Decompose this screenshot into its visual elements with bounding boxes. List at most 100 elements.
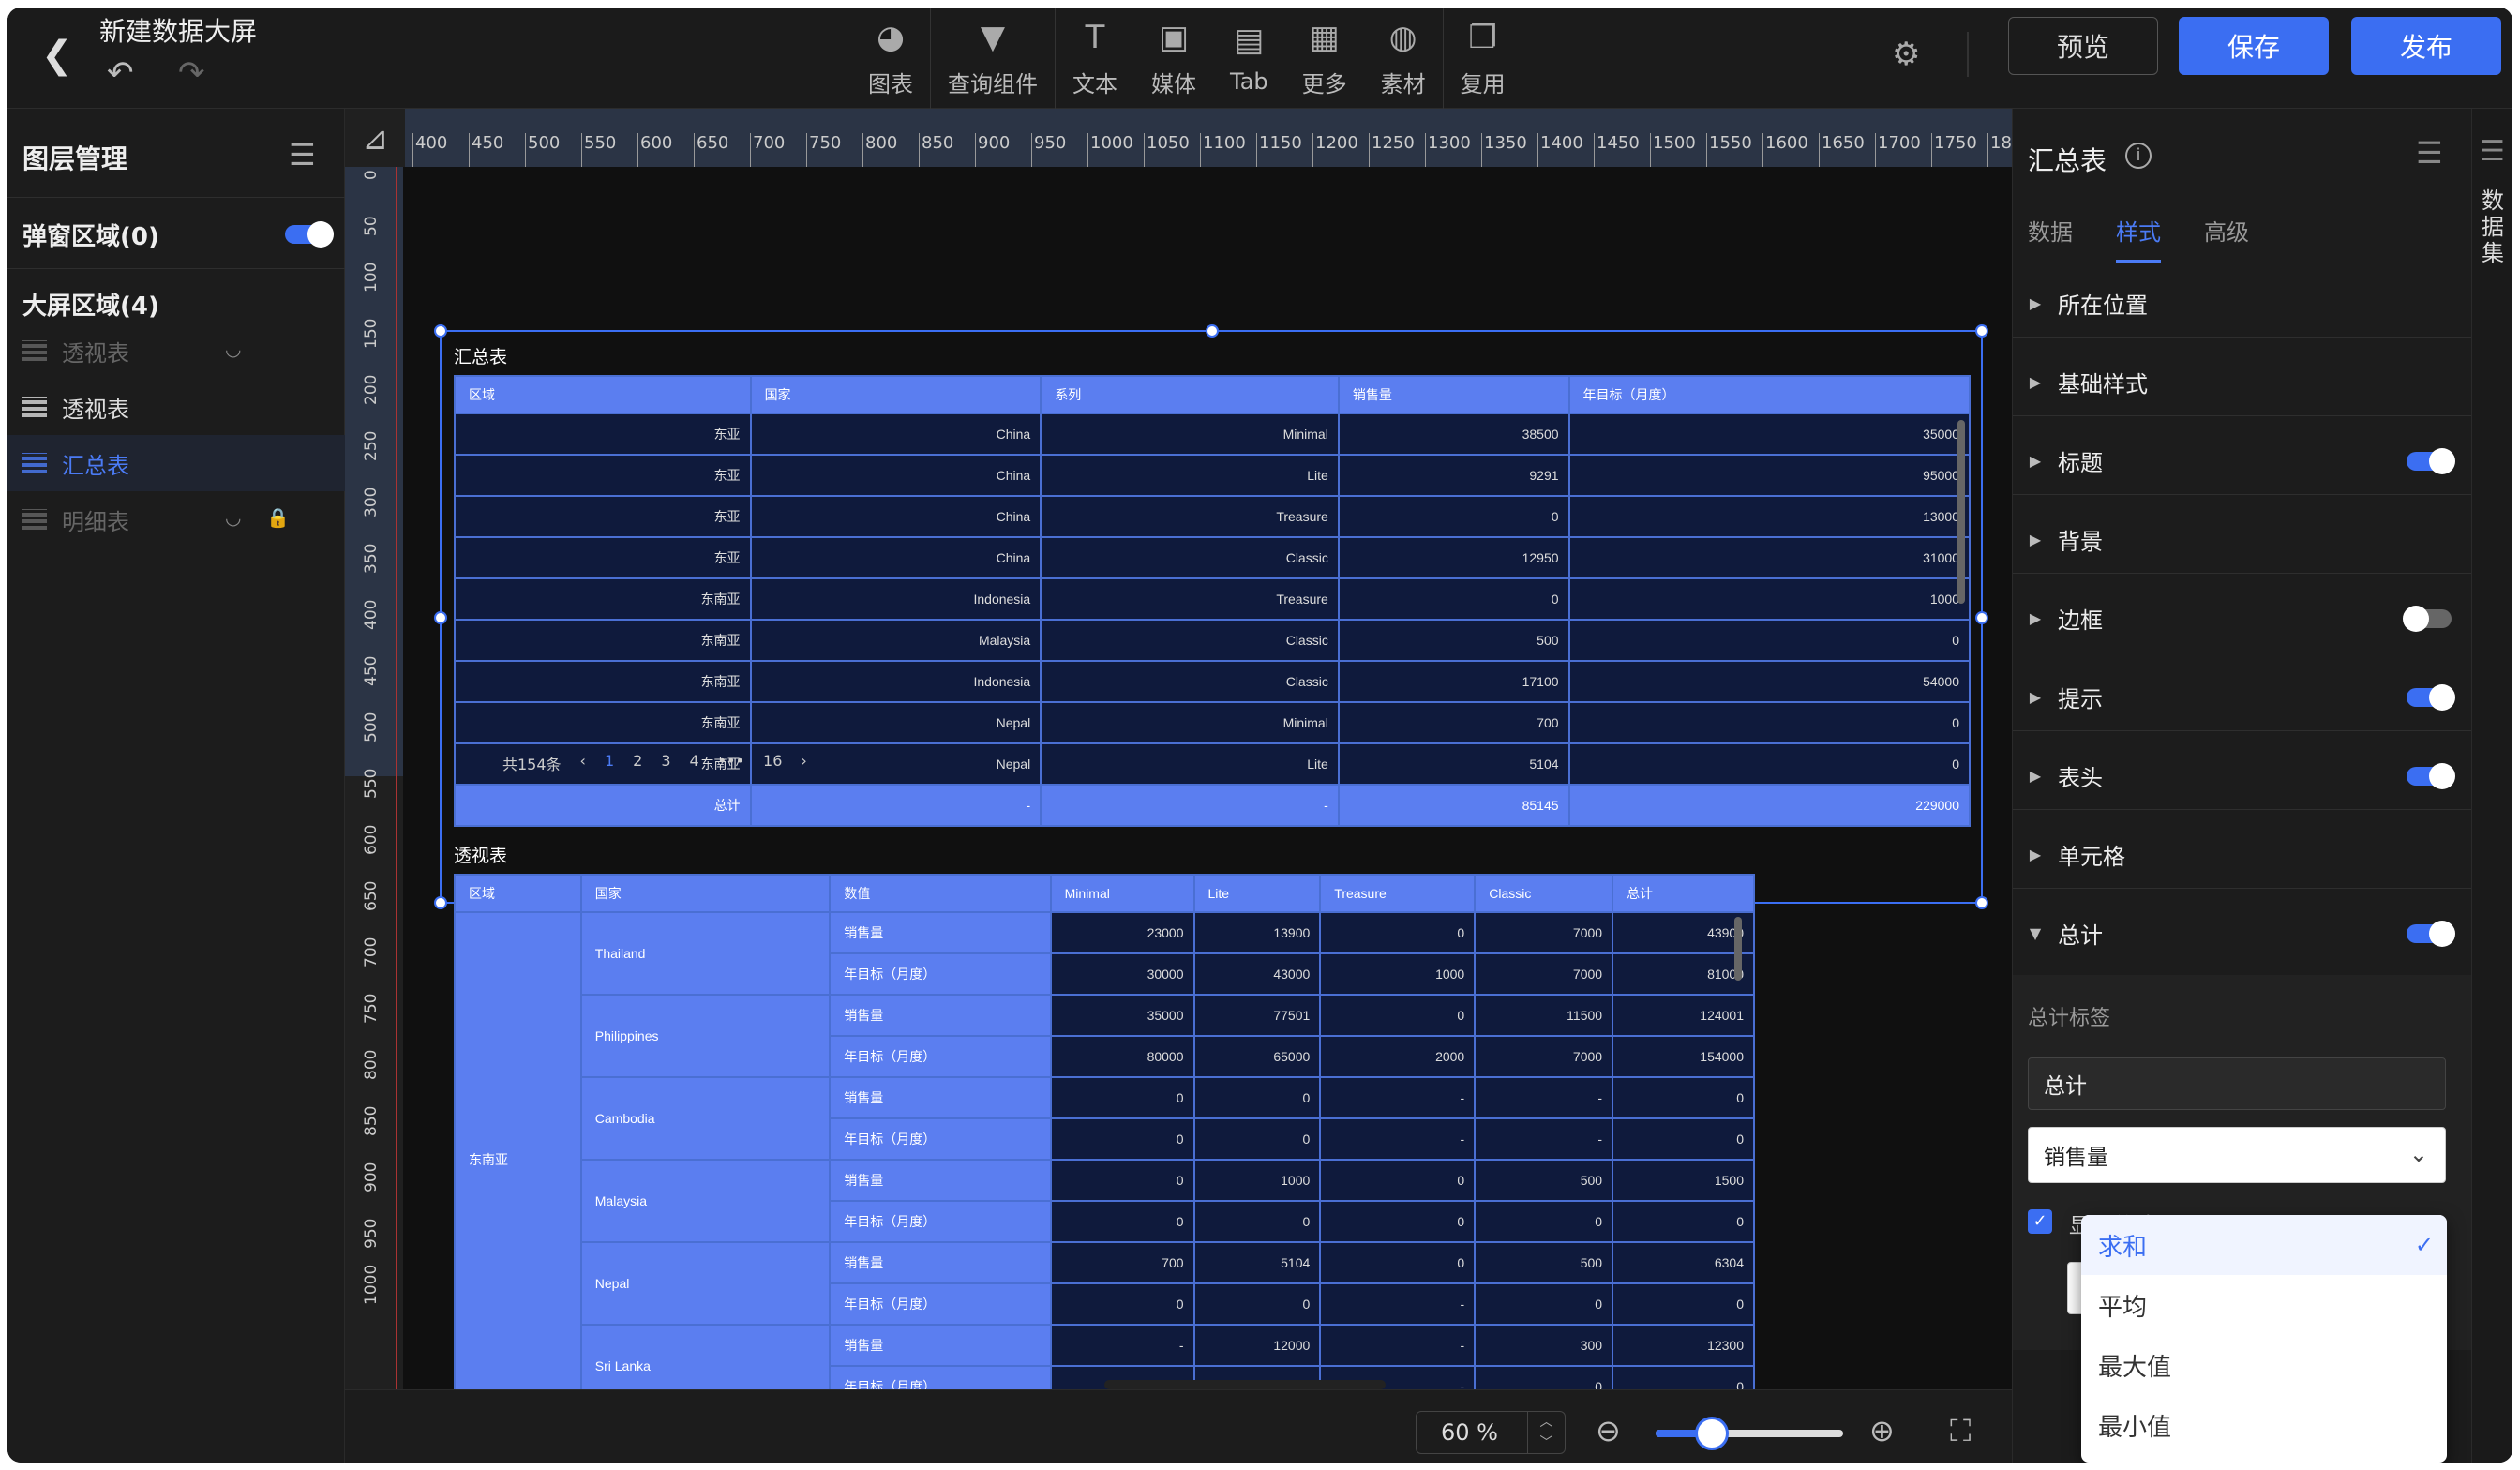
field-select-value: 销售量	[2044, 1146, 2108, 1170]
pivot-row[interactable]: Malaysia 销售量 0 1000 0 500 1500	[455, 1159, 1755, 1243]
tool-6[interactable]: ◍ 素材	[1364, 8, 1443, 109]
settings-sliders-icon[interactable]: ⚙	[1892, 36, 1920, 73]
ruler-tick-label: 700	[750, 133, 785, 167]
zoom-value: 60 %	[1441, 1419, 1498, 1446]
section-toggle[interactable]	[2407, 921, 2455, 947]
field-select[interactable]: 销售量 ⌄	[2028, 1127, 2446, 1183]
tool-0[interactable]: ◕ 图表	[851, 8, 930, 109]
pivot-header-cell: 总计	[1612, 874, 1755, 913]
tab-2[interactable]: 高级	[2204, 214, 2249, 262]
pivot-cell: -	[1474, 1076, 1614, 1119]
selection-frame[interactable]	[434, 324, 1988, 909]
editor-canvas[interactable]: ⊿ 400 450 500 550 600 650 700 750 800 850 900 950 10…	[345, 109, 2012, 1389]
pivot-cell: 81000	[1612, 952, 1755, 996]
zoom-slider-knob[interactable]	[1695, 1417, 1729, 1450]
tool-5[interactable]: ▦ 更多	[1285, 8, 1364, 109]
zoom-out-icon[interactable]: ⊖	[1596, 1413, 1621, 1448]
pivot-cell: 1500	[1612, 1159, 1755, 1202]
tool-7[interactable]: ❐ 复用	[1442, 8, 1522, 109]
eye-closed-icon[interactable]: ◡	[225, 506, 241, 529]
layer-item[interactable]: 透视表	[8, 379, 345, 435]
redo-icon[interactable]: ↷	[178, 54, 205, 92]
resize-handle[interactable]	[1975, 896, 1988, 909]
layer-label: 汇总表	[62, 452, 129, 479]
pivot-cell: 年目标（月度）	[829, 1035, 1052, 1078]
total-label-input[interactable]: 总计	[2028, 1058, 2446, 1110]
tool-2[interactable]: T 文本	[1055, 8, 1134, 109]
ruler-tick-label: 1750	[1931, 133, 1977, 167]
publish-button[interactable]: 发布	[2351, 17, 2501, 75]
section-7[interactable]: ▶ 单元格	[2013, 821, 2472, 889]
tab-1[interactable]: 样式	[2116, 214, 2161, 262]
section-1[interactable]: ▶ 基础样式	[2013, 349, 2472, 416]
ruler-tick-label: 1700	[1875, 133, 1921, 167]
pivot-row[interactable]: Philippines 销售量 35000 77501 0 11500 124001	[455, 994, 1755, 1078]
zoom-slider[interactable]	[1656, 1417, 1843, 1450]
fit-screen-icon[interactable]: ⛶	[1950, 1413, 1971, 1449]
save-button[interactable]: 保存	[2179, 17, 2329, 75]
layer-item[interactable]: 汇总表	[8, 435, 345, 491]
undo-icon[interactable]: ↶	[107, 54, 134, 92]
ruler-corner-icon[interactable]: ⊿	[362, 120, 389, 158]
tool-4[interactable]: ▤ Tab	[1213, 8, 1285, 109]
resize-handle[interactable]	[434, 611, 447, 624]
pivot-cell: -	[1049, 1324, 1195, 1367]
dropdown-option[interactable]: 最小值	[2081, 1395, 2447, 1455]
ruler-tick-label: 50	[362, 216, 381, 236]
back-arrow-icon[interactable]: ❮	[41, 34, 73, 77]
section-5[interactable]: ▶ 提示	[2013, 664, 2472, 731]
dropdown-option[interactable]: 平均	[2081, 1275, 2447, 1335]
layer-item[interactable]: 明细表 ◡ 🔒	[8, 491, 345, 548]
dropdown-option[interactable]: 最大值	[2081, 1335, 2447, 1395]
resize-handle[interactable]	[434, 896, 447, 909]
preview-button[interactable]: 预览	[2008, 17, 2158, 75]
pivot-row[interactable]: Cambodia 销售量 0 0- -0	[455, 1076, 1755, 1161]
popup-area-toggle[interactable]	[285, 221, 334, 248]
info-icon[interactable]: i	[2125, 142, 2152, 169]
section-toggle[interactable]	[2407, 763, 2455, 789]
show-total-checkbox[interactable]: ✓	[2028, 1209, 2052, 1234]
zoom-input[interactable]: 60 % ︿ ﹀	[1416, 1411, 1566, 1454]
pivot-cell: 12300	[1612, 1324, 1755, 1367]
pivot-row[interactable]: 东南亚 Thailand 销售量 23000 13900 0 7000 43900	[454, 911, 1755, 1389]
section-toggle[interactable]	[2407, 684, 2455, 711]
caret-right-icon: ▶	[2029, 767, 2042, 785]
tool-1[interactable]: ▼ 查询组件	[930, 8, 1055, 109]
resize-handle[interactable]	[1206, 324, 1219, 338]
tool-3[interactable]: ▣ 媒体	[1134, 8, 1213, 109]
pivot-row[interactable]: Nepal 销售量 700 5104 0 500 6304	[455, 1241, 1755, 1326]
layer-item[interactable]: 透视表 ◡	[8, 322, 345, 379]
tool-label: 更多	[1301, 70, 1347, 98]
section-0[interactable]: ▶ 所在位置	[2013, 270, 2472, 338]
eye-closed-icon[interactable]: ◡	[225, 338, 241, 360]
pivot-cell: 0	[1612, 1200, 1755, 1243]
section-2[interactable]: ▶ 标题	[2013, 428, 2472, 495]
pivot-table-scrollbar[interactable]	[1734, 917, 1742, 981]
section-toggle[interactable]	[2407, 448, 2455, 474]
zoom-stepper[interactable]: ︿ ﹀	[1527, 1412, 1565, 1453]
tab-0[interactable]: 数据	[2028, 214, 2073, 262]
dropdown-option[interactable]: 求和 ✓	[2081, 1215, 2447, 1275]
pivot-row[interactable]: Sri Lanka 销售量 -12000-300 12300	[455, 1324, 1755, 1389]
pivot-table[interactable]: 区域 国家 数值 Minimal Lite Treasure Classic 总计 东南亚 Tha…	[454, 874, 1755, 1389]
ruler-tick-label: 1250	[1369, 133, 1415, 167]
menu-icon[interactable]: ☰	[289, 137, 316, 172]
lock-icon[interactable]: 🔒	[266, 506, 290, 529]
ruler-tick-label: 250	[362, 430, 381, 461]
resize-handle[interactable]	[434, 324, 447, 338]
section-3[interactable]: ▶ 背景	[2013, 506, 2472, 574]
collapse-panel-icon[interactable]: ☰	[2416, 135, 2443, 171]
collapse-icon[interactable]: ☰	[2480, 135, 2505, 168]
section-toggle[interactable]	[2403, 606, 2452, 632]
ruler-tick-label: 500	[362, 712, 381, 742]
section-4[interactable]: ▶ 边框	[2013, 585, 2472, 652]
resize-handle[interactable]	[1975, 324, 1988, 338]
canvas-horizontal-scrollbar[interactable]	[1104, 1380, 1386, 1389]
section-8[interactable]: ▼ 总计	[2013, 900, 2472, 968]
resize-handle[interactable]	[1975, 611, 1988, 624]
page-title[interactable]: 新建数据大屏	[99, 11, 257, 49]
section-6[interactable]: ▶ 表头	[2013, 742, 2472, 810]
dataset-tab[interactable]: 数据集	[2482, 188, 2504, 266]
option-label: 最小值	[2098, 1413, 2172, 1442]
zoom-in-icon[interactable]: ⊕	[1869, 1413, 1895, 1448]
